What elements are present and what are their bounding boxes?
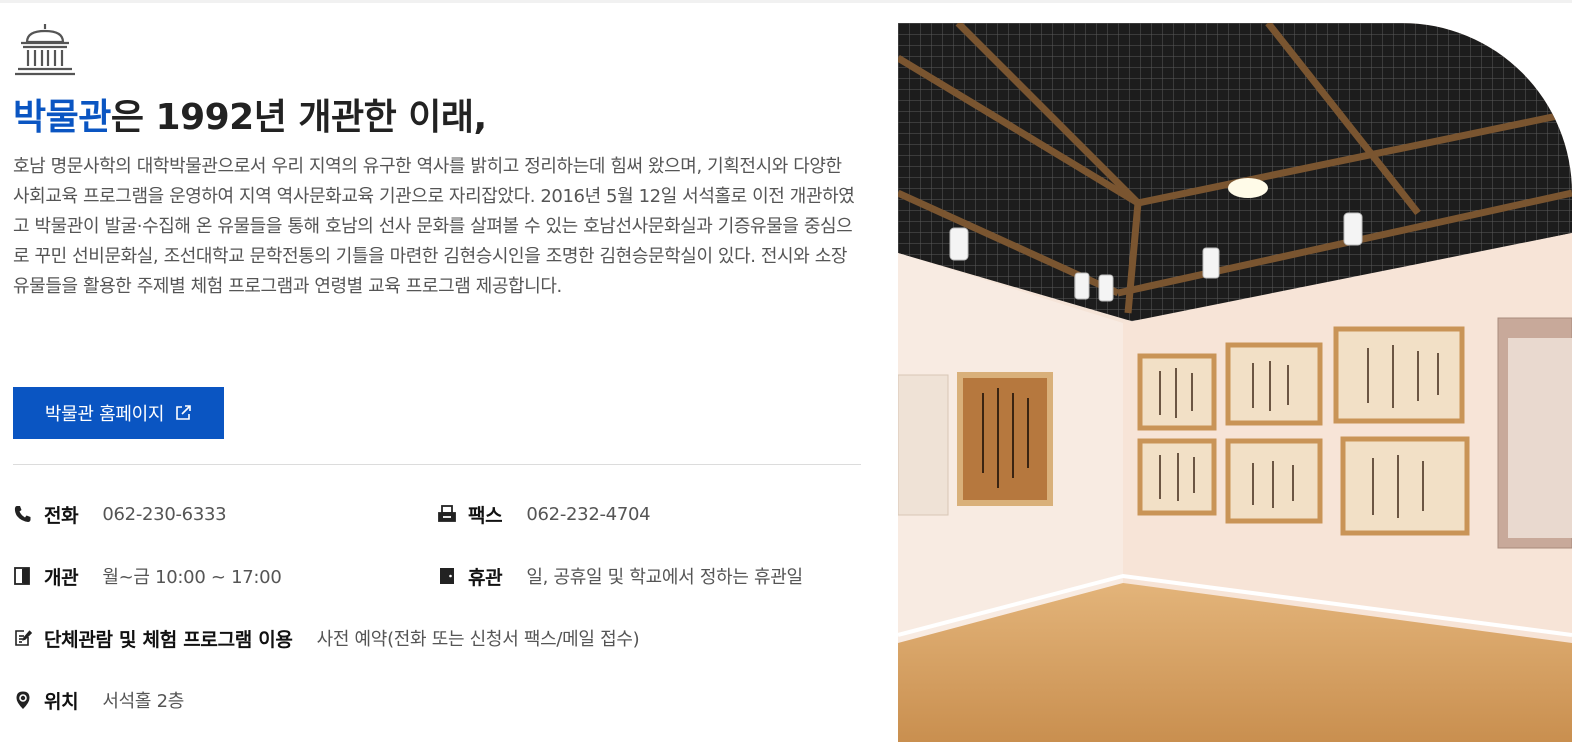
headline-highlight: 박물관 [13, 97, 111, 138]
open-label: 개관 [44, 566, 79, 589]
location-label: 위치 [44, 690, 79, 713]
closed-label: 휴관 [468, 566, 503, 589]
gallery-interior-photo [898, 23, 1572, 742]
museum-building-icon [15, 24, 75, 76]
door-closed-icon [440, 568, 454, 584]
museum-intro-section: 박물관은 1992년 개관한 이래, 호남 명문사학의 대학박물관으로서 우리 … [13, 22, 861, 713]
phone-value: 062-230-6333 [102, 503, 227, 525]
section-divider [13, 464, 861, 465]
edit-document-icon [15, 630, 33, 646]
closed-value: 일, 공휴일 및 학교에서 정하는 휴관일 [526, 567, 803, 588]
phone-label: 전화 [44, 504, 79, 527]
info-group-program: 단체관람 및 체험 프로그램 이용 사전 예약(전화 또는 신청서 팩스/메일 … [13, 623, 640, 653]
fax-value: 062-232-4704 [526, 503, 651, 525]
info-fax: 팩스 062-232-4704 [437, 499, 651, 529]
group-value: 사전 예약(전화 또는 신청서 팩스/메일 접수) [316, 629, 640, 650]
info-location: 위치 서석홀 2층 [13, 685, 184, 715]
phone-icon [14, 506, 31, 522]
open-value: 월~금 10:00 ~ 17:00 [102, 567, 282, 588]
external-link-icon [176, 405, 191, 420]
homepage-button-label: 박물관 홈페이지 [44, 404, 165, 425]
fax-icon [438, 505, 456, 522]
museum-description: 호남 명문사학의 대학박물관으로서 우리 지역의 유구한 역사를 밝히고 정리하… [13, 156, 855, 297]
info-phone: 전화 062-230-6333 [13, 499, 227, 529]
museum-homepage-button[interactable]: 박물관 홈페이지 [13, 387, 224, 439]
top-border [0, 0, 1572, 3]
info-open-hours: 개관 월~금 10:00 ~ 17:00 [13, 561, 282, 591]
page-headline: 박물관은 1992년 개관한 이래, [13, 94, 861, 142]
door-open-icon [14, 567, 30, 585]
group-label: 단체관람 및 체험 프로그램 이용 [44, 628, 293, 651]
fax-label: 팩스 [468, 504, 503, 527]
location-pin-icon [16, 691, 30, 709]
location-value: 서석홀 2층 [102, 691, 184, 712]
headline-rest: 은 1992년 개관한 이래, [110, 97, 487, 138]
info-closed-days: 휴관 일, 공휴일 및 학교에서 정하는 휴관일 [437, 561, 803, 591]
